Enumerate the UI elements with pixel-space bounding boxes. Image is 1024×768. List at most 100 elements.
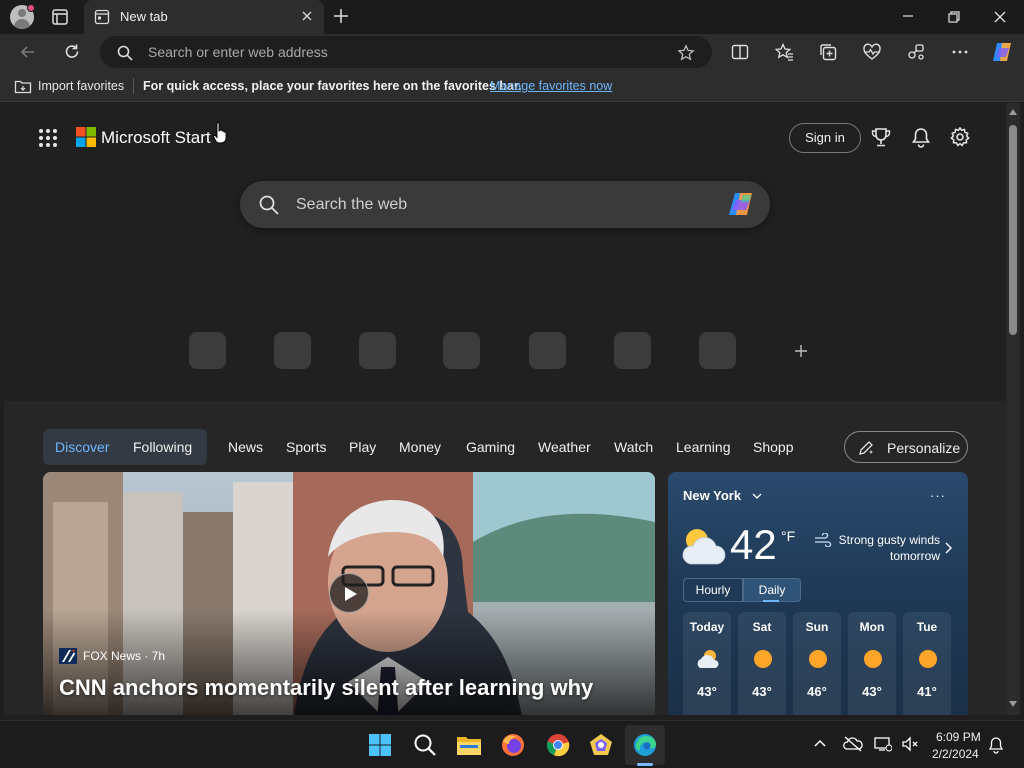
tab-new-tab[interactable]: New tab — [84, 0, 324, 34]
network-icon[interactable] — [874, 736, 892, 752]
favorites-icon[interactable] — [774, 42, 794, 62]
tab-following[interactable]: Following — [133, 439, 192, 455]
import-favorites-button[interactable]: Import favorites — [38, 79, 124, 93]
browser-essentials-icon[interactable] — [862, 42, 882, 62]
copilot-icon[interactable] — [990, 40, 1014, 64]
favorites-divider — [133, 78, 134, 94]
weather-tab-daily[interactable]: Daily — [743, 578, 801, 602]
more-options-icon[interactable] — [950, 42, 970, 62]
quick-link-tile[interactable] — [274, 332, 311, 369]
quick-link-tile[interactable] — [699, 332, 736, 369]
brand-title[interactable]: Microsoft Start — [101, 128, 211, 148]
weather-location[interactable]: New York — [683, 488, 741, 503]
sun-icon — [916, 648, 940, 670]
feed-nav-money[interactable]: Money — [399, 439, 441, 455]
import-favorites-icon[interactable] — [14, 78, 32, 94]
quick-link-tile[interactable] — [614, 332, 651, 369]
chevron-right-icon[interactable] — [944, 542, 952, 554]
weather-card[interactable]: New York ··· 42 °F Strong gusty winds to… — [668, 472, 968, 715]
address-bar[interactable]: Search or enter web address — [100, 36, 712, 68]
clock-time[interactable]: 6:09 PM — [936, 730, 981, 744]
forecast-day[interactable]: Sat 43° — [738, 612, 786, 715]
chrome-icon[interactable] — [545, 732, 571, 758]
favorites-bar: Import favorites For quick access, place… — [0, 70, 1024, 102]
sparkle-pencil-icon — [857, 439, 875, 457]
feed-nav-gaming[interactable]: Gaming — [466, 439, 515, 455]
tab-discover[interactable]: Discover — [55, 439, 109, 455]
feed-nav-sports[interactable]: Sports — [286, 439, 326, 455]
hero-news-card[interactable]: FOX News · 7h CNN anchors momentarily si… — [43, 472, 655, 715]
back-arrow-icon[interactable] — [18, 42, 38, 62]
edge-icon[interactable] — [632, 732, 658, 758]
search-icon — [258, 194, 280, 216]
personalize-button[interactable]: Personalize — [844, 431, 968, 463]
app-pentagon-icon[interactable] — [588, 732, 614, 758]
file-explorer-icon[interactable] — [456, 733, 482, 757]
wind-icon — [814, 533, 832, 547]
split-screen-icon[interactable] — [730, 42, 750, 62]
page-scrollbar[interactable] — [1006, 103, 1020, 715]
temperature-unit[interactable]: °F — [781, 528, 795, 544]
windows-taskbar: 6:09 PM 2/2/2024 — [0, 720, 1024, 768]
windows-start-icon[interactable] — [368, 733, 392, 757]
clock-date[interactable]: 2/2/2024 — [932, 747, 979, 761]
manage-favorites-link[interactable]: Manage favorites now — [490, 79, 612, 93]
add-favorite-star-icon[interactable] — [677, 44, 695, 62]
notifications-bell-icon[interactable] — [910, 126, 932, 148]
show-hidden-icons-chevron-icon[interactable] — [813, 738, 827, 748]
forecast-day[interactable]: Mon 43° — [848, 612, 896, 715]
feed-nav-play[interactable]: Play — [349, 439, 376, 455]
sign-in-button[interactable]: Sign in — [789, 123, 861, 153]
scroll-up-arrow-icon[interactable] — [1009, 109, 1017, 115]
sun-icon — [861, 648, 885, 670]
tab-title: New tab — [120, 9, 168, 24]
news-source: FOX News · 7h — [83, 649, 166, 663]
forecast-day[interactable]: Sun 46° — [793, 612, 841, 715]
hand-cursor-icon — [213, 122, 227, 144]
weather-alert[interactable]: Strong gusty winds tomorrow — [834, 532, 940, 564]
feed-nav-news[interactable]: News — [228, 439, 263, 455]
volume-muted-icon[interactable] — [901, 736, 919, 752]
quick-link-tile[interactable] — [529, 332, 566, 369]
tab-actions-icon[interactable] — [48, 6, 72, 28]
taskbar-search-icon[interactable] — [413, 733, 437, 757]
feed-nav-learning[interactable]: Learning — [676, 439, 731, 455]
weather-tab-hourly[interactable]: Hourly — [683, 578, 743, 602]
minimize-icon[interactable] — [900, 10, 916, 24]
forecast-day[interactable]: Today 43° — [683, 612, 731, 715]
refresh-icon[interactable] — [62, 42, 82, 62]
collections-icon[interactable] — [818, 42, 838, 62]
feed-nav-shopping[interactable]: Shopp — [753, 439, 793, 455]
extensions-share-icon[interactable] — [906, 42, 926, 62]
scroll-down-arrow-icon[interactable] — [1009, 701, 1017, 707]
web-search-input[interactable]: Search the web — [296, 196, 407, 214]
chevron-down-icon[interactable] — [752, 492, 762, 500]
add-quick-link-plus-icon[interactable] — [793, 343, 809, 359]
address-input[interactable]: Search or enter web address — [148, 44, 328, 60]
quick-link-tile[interactable] — [443, 332, 480, 369]
quick-link-tile[interactable] — [189, 332, 226, 369]
scrollbar-thumb[interactable] — [1009, 125, 1017, 335]
play-video-button[interactable] — [329, 573, 369, 613]
rewards-trophy-icon[interactable] — [870, 126, 892, 148]
app-launcher-icon[interactable] — [38, 128, 58, 148]
forecast-day[interactable]: Tue 41° — [903, 612, 951, 715]
restore-window-icon[interactable] — [946, 9, 962, 25]
close-tab-icon[interactable] — [300, 9, 314, 23]
forecast-temperature: 43° — [752, 684, 772, 699]
web-search-box[interactable]: Search the web — [240, 181, 770, 228]
feed-nav-weather[interactable]: Weather — [538, 439, 591, 455]
weather-more-options[interactable]: ··· — [930, 488, 946, 503]
close-window-icon[interactable] — [992, 9, 1008, 25]
notifications-bell-icon[interactable] — [988, 736, 1004, 754]
copilot-icon[interactable] — [726, 190, 756, 218]
settings-gear-icon[interactable] — [949, 126, 971, 148]
microsoft-logo-icon[interactable] — [76, 127, 96, 147]
onedrive-offline-icon[interactable] — [843, 736, 863, 752]
quick-link-tile[interactable] — [359, 332, 396, 369]
new-tab-plus-icon[interactable] — [332, 7, 350, 25]
firefox-icon[interactable] — [500, 732, 526, 758]
feed-nav-watch[interactable]: Watch — [614, 439, 653, 455]
feed-toggle: Discover Following — [43, 429, 207, 465]
news-headline[interactable]: CNN anchors momentarily silent after lea… — [59, 675, 593, 701]
